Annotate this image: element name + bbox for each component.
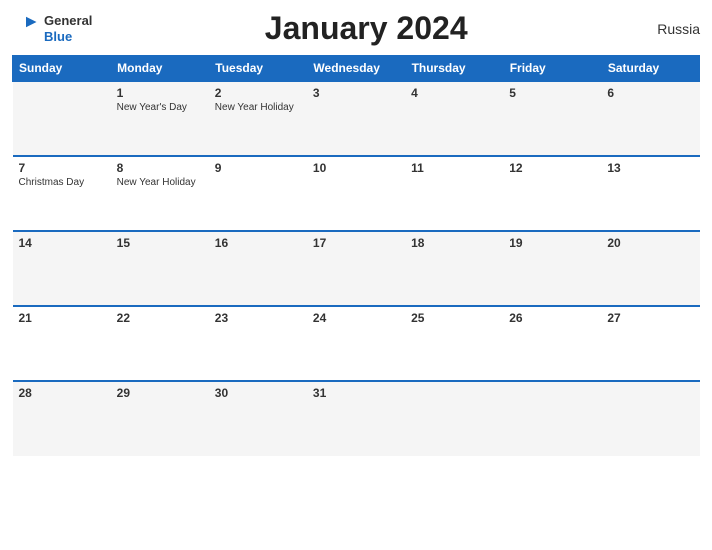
calendar-cell: 24 <box>307 306 405 381</box>
calendar-week-1: 1 New Year's Day 2 New Year Holiday 3456 <box>13 81 700 156</box>
day-number: 19 <box>509 236 595 250</box>
calendar-cell: 29 <box>111 381 209 456</box>
logo-text: GeneralBlue <box>44 13 92 44</box>
day-number: 20 <box>607 236 693 250</box>
calendar-cell: 12 <box>503 156 601 231</box>
holiday-label: Christmas Day <box>19 177 105 188</box>
col-thursday: Thursday <box>405 56 503 82</box>
holiday-label: New Year Holiday <box>117 177 203 188</box>
day-number: 26 <box>509 311 595 325</box>
calendar-cell: 27 <box>601 306 699 381</box>
col-tuesday: Tuesday <box>209 56 307 82</box>
day-number: 31 <box>313 386 399 400</box>
calendar-cell: 21 <box>13 306 111 381</box>
col-friday: Friday <box>503 56 601 82</box>
calendar-cell: 7 Christmas Day <box>13 156 111 231</box>
calendar-cell: 30 <box>209 381 307 456</box>
day-number: 13 <box>607 161 693 175</box>
day-number: 17 <box>313 236 399 250</box>
calendar-cell <box>405 381 503 456</box>
day-number: 12 <box>509 161 595 175</box>
day-number: 18 <box>411 236 497 250</box>
calendar-cell <box>13 81 111 156</box>
calendar-cell <box>503 381 601 456</box>
calendar-cell: 16 <box>209 231 307 306</box>
calendar-cell: 13 <box>601 156 699 231</box>
calendar-cell: 14 <box>13 231 111 306</box>
day-number: 4 <box>411 86 497 100</box>
day-number: 8 <box>117 161 203 175</box>
calendar-cell: 22 <box>111 306 209 381</box>
day-number: 24 <box>313 311 399 325</box>
day-number: 22 <box>117 311 203 325</box>
calendar-cell: 19 <box>503 231 601 306</box>
day-number: 21 <box>19 311 105 325</box>
calendar-cell: 11 <box>405 156 503 231</box>
holiday-label: New Year's Day <box>117 102 203 113</box>
calendar-cell: 20 <box>601 231 699 306</box>
day-number: 11 <box>411 161 497 175</box>
col-monday: Monday <box>111 56 209 82</box>
calendar-cell <box>601 381 699 456</box>
calendar-header: GeneralBlue January 2024 Russia <box>12 10 700 47</box>
calendar-cell: 3 <box>307 81 405 156</box>
calendar-cell: 23 <box>209 306 307 381</box>
calendar-week-3: 14 15 16 17 18 19 20 <box>13 231 700 306</box>
logo-icon <box>12 15 40 43</box>
holiday-label: New Year Holiday <box>215 102 301 113</box>
day-number: 10 <box>313 161 399 175</box>
calendar-week-2: 7 Christmas Day 8 New Year Holiday 9 10 11 12 13 <box>13 156 700 231</box>
calendar-cell: 8 New Year Holiday <box>111 156 209 231</box>
day-number: 6 <box>607 86 693 100</box>
day-number: 9 <box>215 161 301 175</box>
col-sunday: Sunday <box>13 56 111 82</box>
calendar-cell: 26 <box>503 306 601 381</box>
calendar-table: Sunday Monday Tuesday Wednesday Thursday… <box>12 55 700 456</box>
day-number: 29 <box>117 386 203 400</box>
col-wednesday: Wednesday <box>307 56 405 82</box>
day-number: 7 <box>19 161 105 175</box>
calendar-cell: 6 <box>601 81 699 156</box>
logo: GeneralBlue <box>12 13 92 44</box>
day-number: 23 <box>215 311 301 325</box>
calendar-title: January 2024 <box>92 10 640 47</box>
day-number: 5 <box>509 86 595 100</box>
day-number: 1 <box>117 86 203 100</box>
calendar-cell: 15 <box>111 231 209 306</box>
calendar-cell: 1 New Year's Day <box>111 81 209 156</box>
calendar-cell: 28 <box>13 381 111 456</box>
day-number: 16 <box>215 236 301 250</box>
day-number: 27 <box>607 311 693 325</box>
day-number: 25 <box>411 311 497 325</box>
days-header-row: Sunday Monday Tuesday Wednesday Thursday… <box>13 56 700 82</box>
country-label: Russia <box>640 21 700 37</box>
calendar-cell: 9 <box>209 156 307 231</box>
day-number: 14 <box>19 236 105 250</box>
calendar-cell: 25 <box>405 306 503 381</box>
day-number: 15 <box>117 236 203 250</box>
calendar-cell: 10 <box>307 156 405 231</box>
calendar-cell: 2 New Year Holiday <box>209 81 307 156</box>
day-number: 3 <box>313 86 399 100</box>
calendar-cell: 17 <box>307 231 405 306</box>
calendar-cell: 5 <box>503 81 601 156</box>
calendar-week-5: 28 29 30 31 <box>13 381 700 456</box>
day-number: 30 <box>215 386 301 400</box>
calendar-cell: 31 <box>307 381 405 456</box>
calendar-cell: 18 <box>405 231 503 306</box>
col-saturday: Saturday <box>601 56 699 82</box>
calendar-page: GeneralBlue January 2024 Russia Sunday M… <box>0 0 712 550</box>
day-number: 2 <box>215 86 301 100</box>
calendar-cell: 4 <box>405 81 503 156</box>
calendar-week-4: 21 22 23 24 25 26 27 <box>13 306 700 381</box>
day-number: 28 <box>19 386 105 400</box>
